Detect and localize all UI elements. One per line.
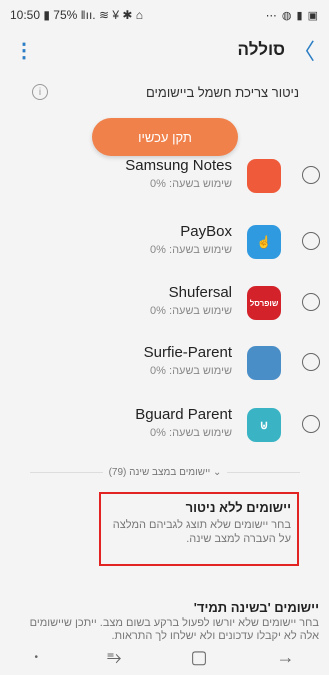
always-sleeping-apps-item[interactable]: יישומים 'בשינה תמיד' בחר יישומים שלא יור…	[14, 600, 319, 643]
divider-line	[30, 471, 103, 473]
header: ⋮ 〉 סוללה	[0, 30, 329, 70]
app-usage: שימוש בשעה: 0%	[150, 365, 232, 377]
page-title: סוללה	[237, 40, 285, 59]
info-icon[interactable]: i	[32, 84, 48, 100]
home-icon[interactable]: ▢	[190, 647, 207, 668]
navigation-bar: • ⥱ ▢ →	[0, 640, 329, 675]
fix-now-button[interactable]: תקן עכשיו	[92, 118, 238, 156]
header-title-group: 〉 סוללה	[238, 34, 315, 66]
app-name: Bguard Parent	[135, 406, 232, 423]
app-select-radio[interactable]	[302, 293, 320, 311]
back-chevron-icon[interactable]: 〉	[293, 34, 315, 66]
always-sleeping-title: יישומים 'בשינה תמיד'	[193, 600, 319, 615]
app-select-radio[interactable]	[302, 166, 320, 184]
status-left: 10:50 ▮ 75% ‖ıı. ≋ ¥ ✱ ⌂	[10, 8, 143, 22]
app-select-radio[interactable]	[302, 232, 320, 250]
unmonitored-apps-item[interactable]: יישומים ללא ניטור בחר יישומים שלא תוצג ל…	[99, 492, 299, 566]
status-bar: 10:50 ▮ 75% ‖ıı. ≋ ¥ ✱ ⌂ ⋯ ◍ ▮ ▣	[0, 0, 329, 30]
status-right: ⋯ ◍ ▮ ▣	[265, 9, 319, 22]
recents-icon[interactable]: ⥱	[107, 647, 121, 668]
app-name: Samsung Notes	[125, 157, 232, 174]
app-usage: שימוש בשעה: 0%	[150, 427, 232, 439]
app-icon	[247, 346, 281, 380]
app-row[interactable]: ☝ PayBox שימוש בשעה: 0%	[0, 214, 329, 270]
app-usage: שימוש בשעה: 0%	[150, 244, 232, 256]
sleeping-apps-label: ⌄ יישומים במצב שינה (79)	[103, 467, 228, 478]
app-row[interactable]: Surfie-Parent שימוש בשעה: 0%	[0, 335, 329, 391]
app-name: Shufersal	[168, 284, 232, 301]
app-row[interactable]: Samsung Notes שימוש בשעה: 0%	[0, 148, 329, 204]
sleeping-apps-count: יישומים במצב שינה (79)	[108, 466, 211, 478]
app-name: Surfie-Parent	[143, 344, 232, 361]
app-icon	[247, 159, 281, 193]
app-icon: שופרסל	[247, 286, 281, 320]
app-row[interactable]: ⊍ Bguard Parent שימוש בשעה: 0%	[0, 397, 329, 453]
app-usage: שימוש בשעה: 0%	[150, 305, 232, 317]
power-monitor-row: i ניטור צריכת חשמל ביישומים	[0, 80, 329, 104]
unmonitored-apps-title: יישומים ללא ניטור	[185, 500, 291, 515]
more-options-icon[interactable]: ⋮	[14, 38, 34, 63]
app-row[interactable]: שופרסל Shufersal שימוש בשעה: 0%	[0, 275, 329, 331]
app-select-radio[interactable]	[302, 415, 320, 433]
unmonitored-apps-desc: בחר יישומים שלא תוצג לגביהם המלצה על העב…	[112, 519, 291, 545]
app-usage: שימוש בשעה: 0%	[150, 178, 232, 190]
app-select-radio[interactable]	[302, 353, 320, 371]
app-name: PayBox	[180, 223, 232, 240]
power-monitor-label: ניטור צריכת חשמל ביישומים	[145, 84, 299, 100]
nav-dot-icon[interactable]: •	[35, 652, 39, 663]
divider-line	[227, 471, 301, 473]
chevron-down-icon: ⌄	[210, 466, 222, 478]
app-icon: ☝	[247, 225, 281, 259]
sleeping-apps-divider[interactable]: ⌄ יישומים במצב שינה (79)	[30, 463, 301, 481]
app-icon: ⊍	[247, 408, 281, 442]
back-icon[interactable]: →	[276, 647, 294, 668]
